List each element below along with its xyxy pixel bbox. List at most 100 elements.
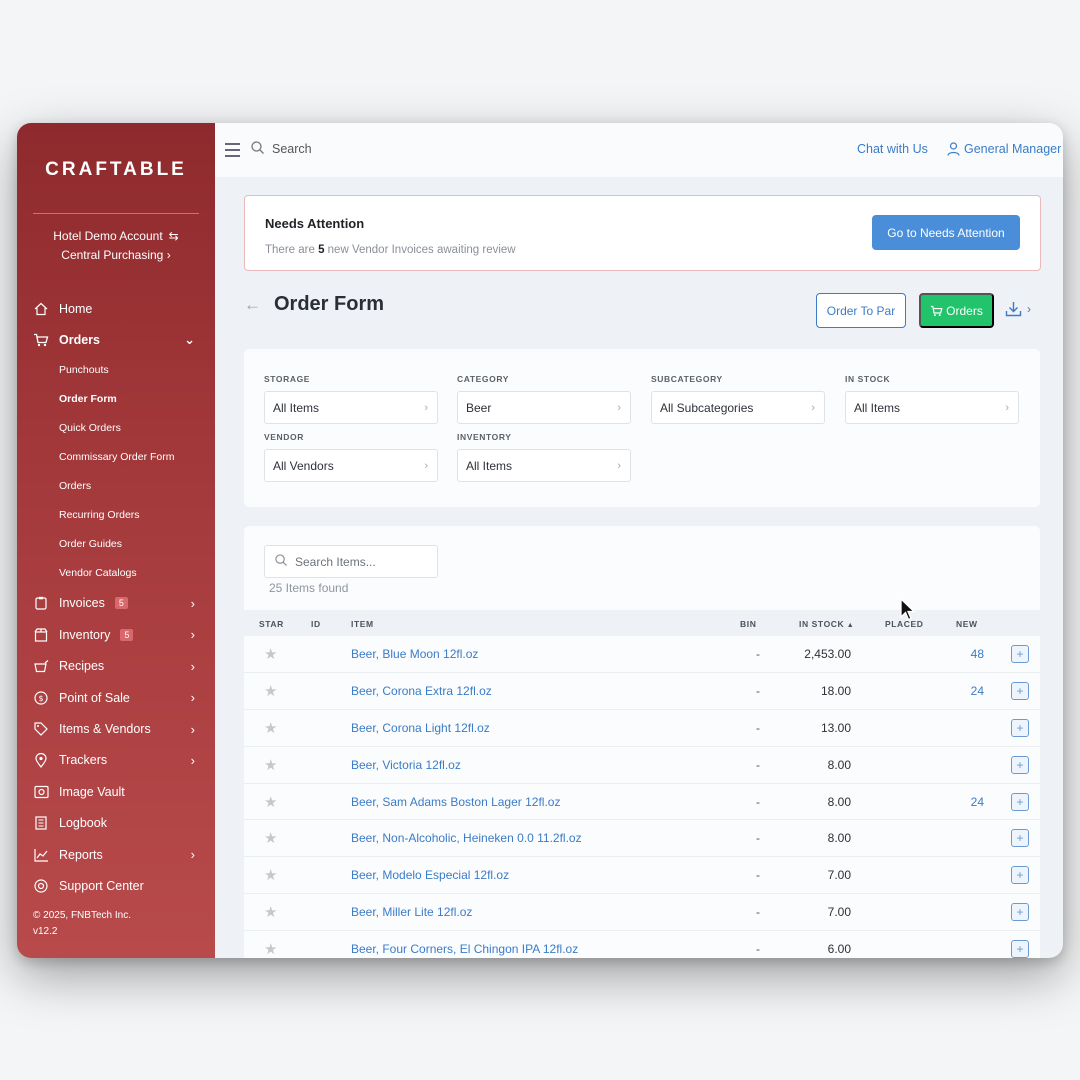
star-icon[interactable]: ★ — [264, 903, 277, 921]
item-name-link[interactable]: Beer, Blue Moon 12fl.oz — [351, 647, 478, 661]
star-icon[interactable]: ★ — [264, 756, 277, 774]
star-icon[interactable]: ★ — [264, 682, 277, 700]
notification-badge: 5 — [114, 597, 128, 610]
copyright-text: © 2025, FNBTech Inc. — [33, 910, 131, 921]
account-switcher[interactable]: Hotel Demo Account ⇆ Central Purchasing › — [17, 227, 215, 265]
column-header-bin[interactable]: BIN — [740, 619, 756, 629]
table-row: ★ Beer, Non-Alcoholic, Heineken 0.0 11.2… — [244, 820, 1040, 858]
vendor-select[interactable]: All Vendors › — [264, 449, 438, 482]
search-icon — [251, 141, 264, 157]
menu-icon[interactable] — [225, 143, 240, 161]
star-icon[interactable]: ★ — [264, 793, 277, 811]
sidebar-subitem-vendor-catalogs[interactable]: Vendor Catalogs — [17, 559, 215, 588]
chat-link[interactable]: Chat with Us — [857, 142, 928, 156]
item-in-stock: 7.00 — [827, 868, 851, 883]
swap-icon[interactable]: ⇆ — [169, 229, 179, 243]
sidebar-item-logbook[interactable]: Logbook — [17, 808, 215, 839]
sidebar-item-trackers[interactable]: Trackers › — [17, 745, 215, 776]
items-panel: Search Items... 25 Items found STAR ID I… — [244, 526, 1040, 958]
item-new-qty[interactable]: 48 — [944, 647, 984, 661]
sidebar-item-point-of-sale[interactable]: $ Point of Sale › — [17, 682, 215, 713]
item-name-link[interactable]: Beer, Victoria 12fl.oz — [351, 758, 461, 772]
star-icon[interactable]: ★ — [264, 719, 277, 737]
sidebar-item-inventory[interactable]: Inventory 5 › — [17, 619, 215, 650]
column-header-star[interactable]: STAR — [259, 619, 284, 629]
home-icon — [33, 301, 49, 317]
item-name-link[interactable]: Beer, Modelo Especial 12fl.oz — [351, 868, 509, 882]
sidebar-item-label: Invoices — [59, 596, 105, 611]
item-name-link[interactable]: Beer, Corona Light 12fl.oz — [351, 721, 490, 735]
sidebar-item-items-vendors[interactable]: Items & Vendors › — [17, 713, 215, 744]
attention-message: There are 5 new Vendor Invoices awaiting… — [265, 244, 516, 256]
column-header-in-stock[interactable]: IN STOCK ▲ — [799, 619, 854, 629]
in-stock-select[interactable]: All Items › — [845, 391, 1019, 424]
sidebar-item-home[interactable]: Home — [17, 293, 215, 324]
column-header-id[interactable]: ID — [311, 619, 321, 629]
star-icon[interactable]: ★ — [264, 645, 277, 663]
sidebar-item-reports[interactable]: Reports › — [17, 839, 215, 870]
chevron-right-icon: › — [1005, 401, 1009, 414]
filter-label: IN STOCK — [845, 374, 891, 384]
category-select[interactable]: Beer › — [457, 391, 631, 424]
sidebar-subitem-punchouts[interactable]: Punchouts — [17, 356, 215, 385]
box-icon — [33, 627, 49, 643]
sidebar-item-invoices[interactable]: Invoices 5 › — [17, 588, 215, 619]
item-in-stock: 18.00 — [820, 683, 851, 698]
filter-label: SUBCATEGORY — [651, 374, 723, 384]
sidebar-subitem-orders[interactable]: Orders — [17, 472, 215, 501]
download-button[interactable]: › — [1005, 301, 1031, 317]
sidebar-subitem-recurring-orders[interactable]: Recurring Orders — [17, 501, 215, 530]
book-icon — [33, 815, 49, 831]
subcategory-select[interactable]: All Subcategories › — [651, 391, 825, 424]
add-item-button[interactable]: + — [1011, 792, 1029, 811]
go-to-needs-attention-button[interactable]: Go to Needs Attention — [872, 215, 1020, 250]
star-icon[interactable]: ★ — [264, 829, 277, 847]
item-bin: - — [756, 757, 760, 772]
sidebar-item-recipes[interactable]: Recipes › — [17, 651, 215, 682]
sidebar-item-orders[interactable]: Orders ⌄ — [17, 324, 215, 355]
item-new-qty[interactable]: 24 — [944, 684, 984, 698]
inventory-select[interactable]: All Items › — [457, 449, 631, 482]
add-item-button[interactable]: + — [1011, 866, 1029, 885]
chevron-right-icon: › — [190, 658, 195, 674]
table-row: ★ Beer, Victoria 12fl.oz - 8.00 + — [244, 747, 1040, 784]
user-icon — [947, 142, 960, 156]
item-bin: - — [756, 794, 760, 809]
sidebar-item-support-center[interactable]: Support Center — [17, 870, 215, 901]
user-menu[interactable]: General Manager — [947, 142, 1061, 156]
add-item-button[interactable]: + — [1011, 940, 1029, 958]
sidebar-subitem-commissary-order-form[interactable]: Commissary Order Form — [17, 443, 215, 472]
chevron-down-icon: ⌄ — [184, 332, 195, 348]
add-item-button[interactable]: + — [1011, 681, 1029, 700]
add-item-button[interactable]: + — [1011, 718, 1029, 737]
sidebar-item-image-vault[interactable]: Image Vault — [17, 776, 215, 807]
add-item-button[interactable]: + — [1011, 903, 1029, 922]
sidebar-subitem-quick-orders[interactable]: Quick Orders — [17, 414, 215, 443]
star-icon[interactable]: ★ — [264, 940, 277, 958]
star-icon[interactable]: ★ — [264, 866, 277, 884]
item-name-link[interactable]: Beer, Non-Alcoholic, Heineken 0.0 11.2fl… — [351, 831, 582, 845]
orders-button[interactable]: Orders — [919, 293, 994, 328]
sidebar-item-label: Orders — [59, 333, 100, 348]
item-name-link[interactable]: Beer, Corona Extra 12fl.oz — [351, 684, 492, 698]
item-new-qty[interactable]: 24 — [944, 795, 984, 809]
add-item-button[interactable]: + — [1011, 645, 1029, 663]
column-header-new[interactable]: NEW — [956, 619, 978, 629]
item-name-link[interactable]: Beer, Four Corners, El Chingon IPA 12fl.… — [351, 942, 578, 956]
sidebar-subitem-order-guides[interactable]: Order Guides — [17, 530, 215, 559]
search-items-input[interactable]: Search Items... — [264, 545, 438, 578]
sidebar-subitem-order-form[interactable]: Order Form — [17, 385, 215, 414]
storage-filter: STORAGE All Items › — [264, 374, 438, 424]
global-search[interactable]: Search — [251, 141, 312, 157]
storage-select[interactable]: All Items › — [264, 391, 438, 424]
item-name-link[interactable]: Beer, Sam Adams Boston Lager 12fl.oz — [351, 795, 560, 809]
main-content: Search Chat with Us General Manager Need… — [215, 123, 1063, 958]
add-item-button[interactable]: + — [1011, 829, 1029, 848]
item-name-link[interactable]: Beer, Miller Lite 12fl.oz — [351, 905, 472, 919]
order-to-par-button[interactable]: Order To Par — [816, 293, 906, 328]
table-row: ★ Beer, Corona Extra 12fl.oz - 18.00 24 … — [244, 673, 1040, 710]
sidebar-item-label: Reports — [59, 847, 103, 862]
column-header-item[interactable]: ITEM — [351, 619, 374, 629]
add-item-button[interactable]: + — [1011, 755, 1029, 774]
back-arrow-icon[interactable]: ← — [244, 295, 261, 315]
